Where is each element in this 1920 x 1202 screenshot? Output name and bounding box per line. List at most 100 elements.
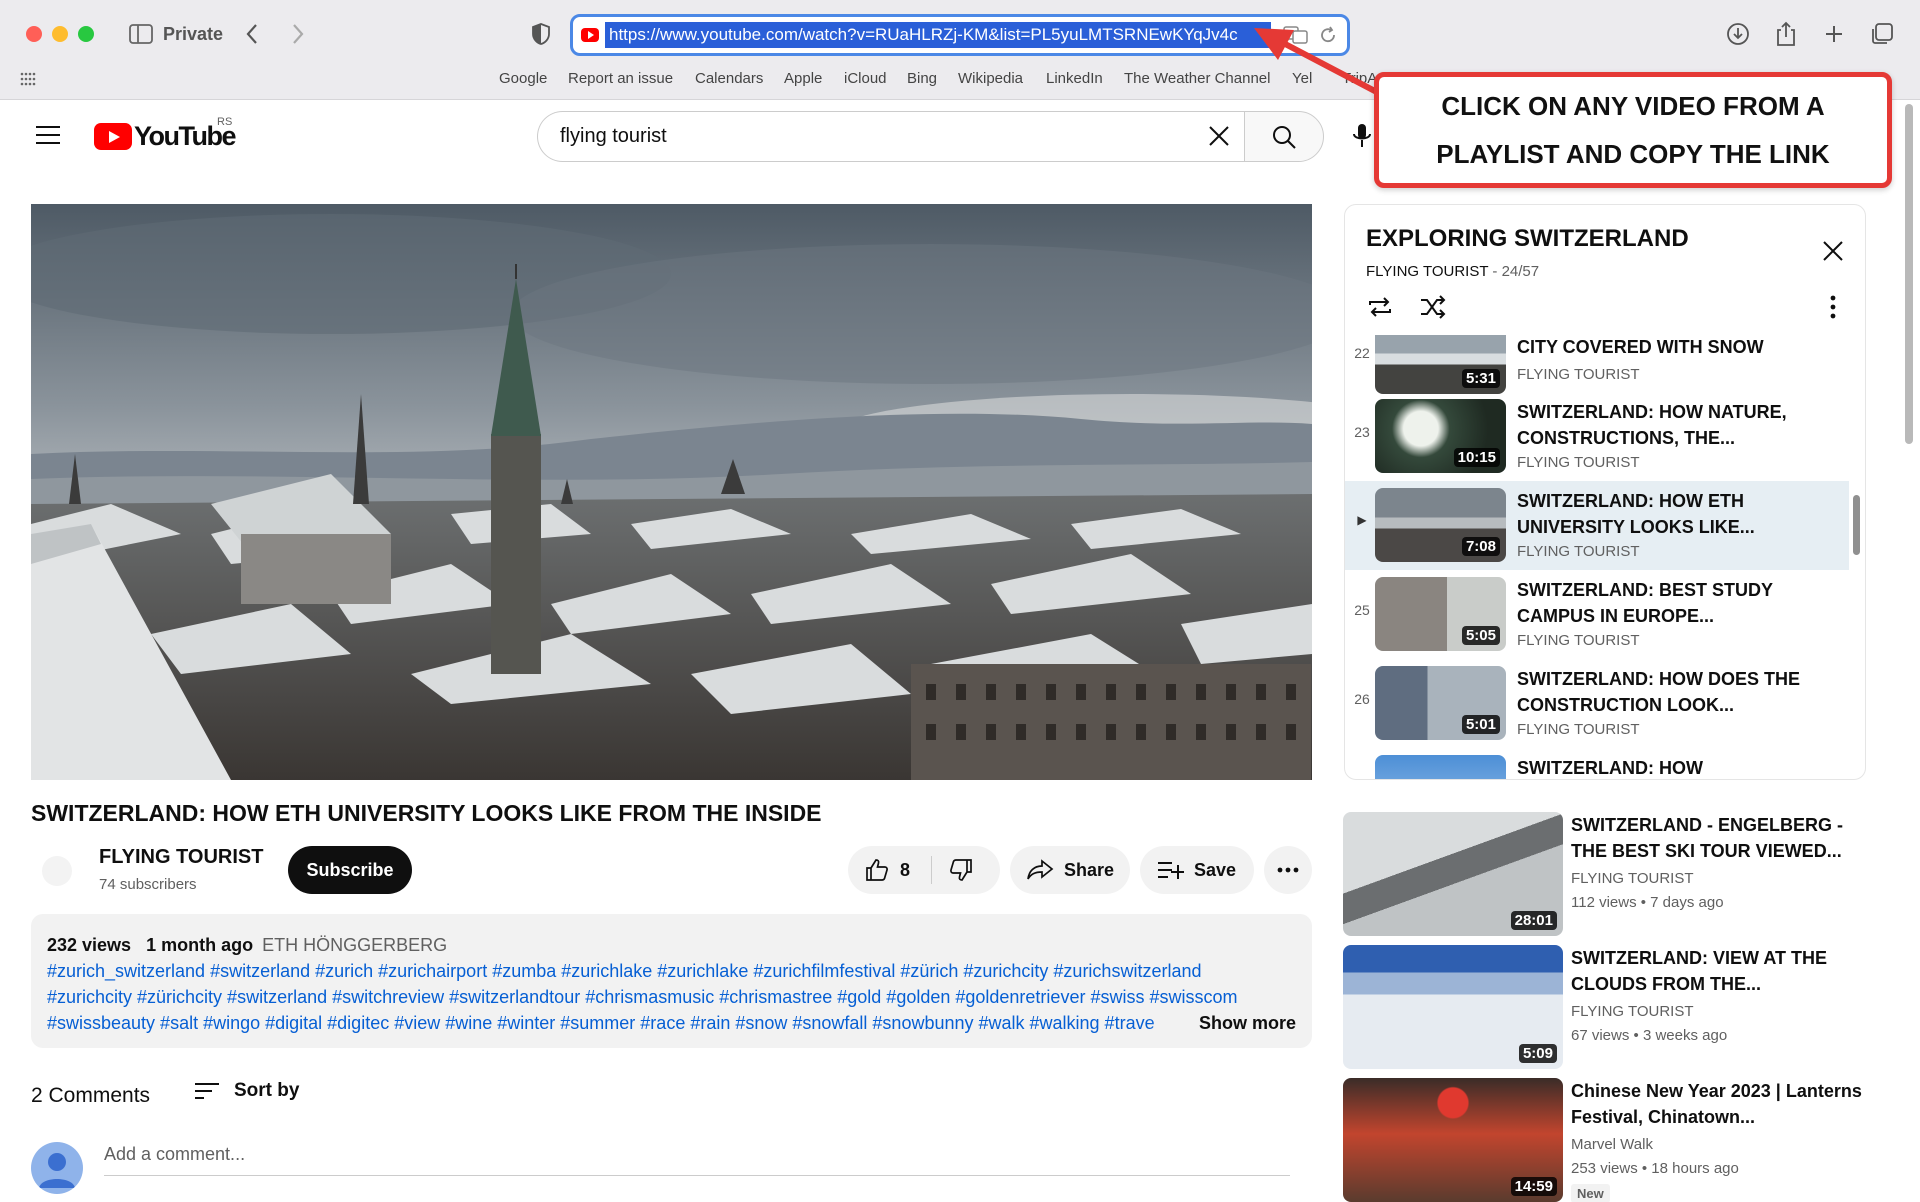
- region-code: RS: [217, 116, 233, 128]
- zoom-window-button[interactable]: [78, 26, 94, 42]
- bookmark-bing[interactable]: Bing: [907, 70, 937, 87]
- like-button[interactable]: 8: [848, 857, 910, 883]
- search-input[interactable]: flying tourist: [537, 111, 1244, 162]
- sidebar-toggle-icon[interactable]: [128, 18, 154, 50]
- video-thumbnail: [1375, 755, 1506, 779]
- subscriber-count: 74 subscribers: [99, 876, 197, 893]
- video-thumbnail: 5:09: [1343, 945, 1563, 1069]
- subscribe-button[interactable]: Subscribe: [288, 846, 412, 894]
- bookmark-google[interactable]: Google: [499, 70, 547, 87]
- address-bar[interactable]: https://www.youtube.com/watch?v=RUaHLRZj…: [570, 14, 1350, 56]
- playlist-title[interactable]: EXPLORING SWITZERLAND: [1366, 225, 1689, 253]
- location-link[interactable]: ETH HÖNGGERBERG: [262, 935, 447, 955]
- comments-count: 2 Comments: [31, 1084, 151, 1107]
- hashtags-line[interactable]: #zurich_switzerland #switzerland #zurich…: [47, 958, 1296, 984]
- playlist-video-title: SWITZERLAND: HOW: [1517, 758, 1703, 778]
- playlist-video-channel: FLYING TOURIST: [1517, 632, 1640, 649]
- playlist-position: - 24/57: [1492, 263, 1540, 280]
- hashtags-line[interactable]: #swissbeauty #salt #wingo #digital #digi…: [47, 1010, 1195, 1036]
- close-window-button[interactable]: [26, 26, 42, 42]
- url-text[interactable]: https://www.youtube.com/watch?v=RUaHLRZj…: [605, 22, 1271, 48]
- like-separator: [931, 856, 932, 884]
- video-frame-image: [31, 204, 1312, 780]
- video-player[interactable]: [31, 204, 1312, 780]
- reload-icon[interactable]: [1319, 26, 1337, 44]
- recommended-video-meta: 112 views • 7 days ago: [1571, 894, 1724, 911]
- private-label: Private: [163, 24, 224, 44]
- playlist-channel[interactable]: FLYING TOURIST: [1366, 263, 1488, 280]
- playlist-scrollbar[interactable]: [1853, 495, 1860, 555]
- channel-avatar[interactable]: [42, 856, 72, 886]
- like-count: 8: [900, 859, 911, 880]
- bookmark-tripadvisor[interactable]: TripA: [1342, 70, 1377, 87]
- user-silhouette-icon: [39, 1153, 75, 1188]
- video-thumbnail: 5:31: [1375, 335, 1506, 394]
- close-playlist-icon[interactable]: [1821, 239, 1845, 263]
- more-vertical-icon[interactable]: [1829, 295, 1837, 319]
- recommended-video[interactable]: 5:09 SWITZERLAND: VIEW AT THE CLOUDS FRO…: [1343, 945, 1893, 1069]
- share-button[interactable]: Share: [1010, 846, 1130, 894]
- video-duration: 5:05: [1461, 626, 1500, 645]
- sort-comments-button[interactable]: Sort by: [194, 1080, 299, 1102]
- downloads-icon[interactable]: [1724, 18, 1752, 50]
- video-thumbnail: 10:15: [1375, 399, 1506, 473]
- mic-icon[interactable]: [1350, 122, 1374, 150]
- bookmark-icloud[interactable]: iCloud: [844, 70, 887, 87]
- more-horizontal-icon: [1277, 867, 1299, 873]
- new-badge: New: [1571, 1184, 1610, 1202]
- add-comment-input[interactable]: Add a comment...: [104, 1144, 1290, 1176]
- video-duration: 10:15: [1453, 448, 1500, 467]
- playlist-item[interactable]: 23 10:15 SWITZERLAND: HOW NATURE, CONSTR…: [1345, 392, 1849, 481]
- recommended-video-channel: FLYING TOURIST: [1571, 1003, 1694, 1020]
- video-thumbnail: 5:05: [1375, 577, 1506, 651]
- recommended-video-meta: 253 views • 18 hours ago: [1571, 1160, 1739, 1177]
- video-thumbnail: 28:01: [1343, 812, 1563, 936]
- clear-search-icon[interactable]: [1206, 123, 1232, 149]
- bookmark-calendars[interactable]: Calendars: [695, 70, 763, 87]
- menu-icon[interactable]: [36, 126, 60, 144]
- dislike-button[interactable]: [948, 857, 974, 888]
- youtube-logo[interactable]: YouTube: [94, 121, 236, 151]
- translate-icon[interactable]: [1283, 25, 1309, 45]
- bookmark-report-issue[interactable]: Report an issue: [568, 70, 673, 87]
- playlist-item[interactable]: 25 5:05 SWITZERLAND: BEST STUDY CAMPUS I…: [1345, 570, 1849, 659]
- view-count: 232 views: [47, 935, 132, 955]
- page-scrollbar[interactable]: [1904, 100, 1914, 1202]
- share-page-icon[interactable]: [1772, 18, 1800, 50]
- user-avatar[interactable]: [31, 1142, 83, 1194]
- show-more-button[interactable]: Show more: [1199, 1010, 1296, 1036]
- recommended-video-meta: 67 views • 3 weeks ago: [1571, 1027, 1728, 1044]
- bookmark-yelp[interactable]: Yel: [1292, 70, 1312, 87]
- more-actions-button[interactable]: [1264, 846, 1312, 894]
- upload-age: 1 month ago: [146, 935, 254, 955]
- recommended-video[interactable]: 14:59 Chinese New Year 2023 | Lanterns F…: [1343, 1078, 1893, 1202]
- back-icon[interactable]: [240, 18, 264, 50]
- playlist-video-title: SWITZERLAND: BEST STUDY CAMPUS IN EUROPE…: [1517, 580, 1773, 626]
- playlist-item[interactable]: 26 5:01 SWITZERLAND: HOW DOES THE CONSTR…: [1345, 659, 1849, 748]
- loop-icon[interactable]: [1366, 295, 1394, 319]
- shuffle-icon[interactable]: [1419, 295, 1447, 319]
- playlist-item-current[interactable]: ▶ 7:08 SWITZERLAND: HOW ETH UNIVERSITY L…: [1345, 481, 1849, 570]
- bookmark-wikipedia[interactable]: Wikipedia: [958, 70, 1023, 87]
- playlist-items: 22 5:31 CITY COVERED WITH SNOW FLYING TO…: [1345, 335, 1865, 779]
- minimize-window-button[interactable]: [52, 26, 68, 42]
- bookmark-weather-channel[interactable]: The Weather Channel: [1124, 70, 1270, 87]
- tab-overview-icon[interactable]: [1868, 18, 1896, 50]
- hashtags-line[interactable]: #zurichcity #zürichcity #switzerland #sw…: [47, 984, 1296, 1010]
- forward-icon[interactable]: [286, 18, 310, 50]
- bookmark-apple[interactable]: Apple: [784, 70, 822, 87]
- youtube-favicon-icon: [581, 28, 599, 42]
- youtube-play-logo-icon: [94, 122, 132, 150]
- share-icon: [1027, 859, 1054, 880]
- bookmark-linkedin[interactable]: LinkedIn: [1046, 70, 1103, 87]
- grid-icon[interactable]: [20, 72, 36, 88]
- new-tab-icon[interactable]: [1820, 18, 1848, 50]
- playlist-video-channel: FLYING TOURIST: [1517, 454, 1640, 471]
- recommended-video[interactable]: 28:01 SWITZERLAND - ENGELBERG - THE BEST…: [1343, 812, 1893, 936]
- playlist-item[interactable]: SWITZERLAND: HOW: [1345, 748, 1849, 779]
- search-button[interactable]: [1244, 111, 1324, 162]
- save-button[interactable]: Save: [1140, 846, 1254, 894]
- privacy-shield-icon[interactable]: [528, 18, 554, 50]
- channel-name[interactable]: FLYING TOURIST: [99, 846, 263, 869]
- video-description[interactable]: 232 views 1 month ago ETH HÖNGGERBERG #z…: [31, 914, 1312, 1048]
